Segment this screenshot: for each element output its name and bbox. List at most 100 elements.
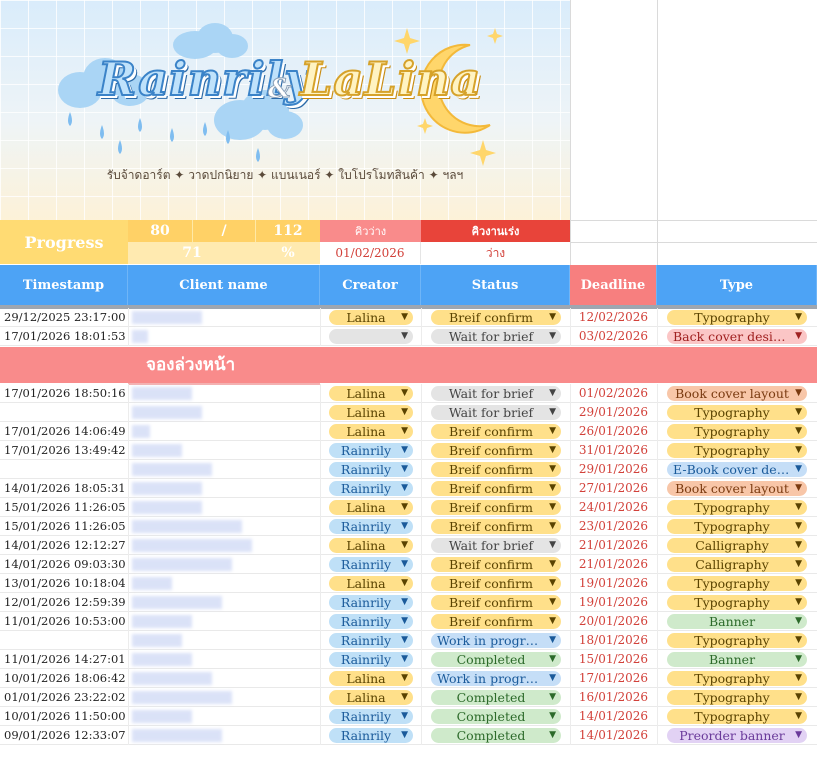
column-header-client[interactable]: Client name [128, 265, 320, 305]
creator-dropdown[interactable]: Rainrily ▼ [329, 443, 413, 458]
column-header-type[interactable]: Type [657, 265, 817, 305]
deadline-cell[interactable]: 26/01/2026 [570, 422, 657, 441]
table-row[interactable]: 17/01/2026 18:50:16 Lalina ▼ Wait for brief… [0, 384, 817, 403]
deadline-cell[interactable]: 15/01/2026 [570, 650, 657, 669]
deadline-cell[interactable]: 31/01/2026 [570, 441, 657, 460]
creator-dropdown[interactable]: Lalina ▼ [329, 310, 413, 325]
type-dropdown[interactable]: Book cover layout ▼ [667, 386, 807, 401]
type-dropdown[interactable]: Banner ▼ [667, 652, 807, 667]
creator-dropdown[interactable]: Lalina ▼ [329, 500, 413, 515]
deadline-cell[interactable]: 27/01/2026 [570, 479, 657, 498]
type-dropdown[interactable]: Typography ▼ [667, 709, 807, 724]
table-row[interactable]: 17/01/2026 13:49:42 Rainrily ▼ Breif confir… [0, 441, 817, 460]
creator-dropdown[interactable]: ▼ [329, 329, 413, 344]
free-queue-date[interactable]: 01/02/2026 [320, 242, 421, 264]
table-row[interactable]: 17/01/2026 14:06:49 Lalina ▼ Breif confirm ▼… [0, 422, 817, 441]
status-dropdown[interactable]: Breif confirm ▼ [431, 576, 561, 591]
creator-dropdown[interactable]: Rainrily ▼ [329, 481, 413, 496]
status-dropdown[interactable]: Completed ▼ [431, 690, 561, 705]
status-dropdown[interactable]: Work in progress ▼ [431, 633, 561, 648]
table-row[interactable]: 14/01/2026 18:05:31 Rainrily ▼ Breif confir… [0, 479, 817, 498]
deadline-cell[interactable]: 17/01/2026 [570, 669, 657, 688]
type-dropdown[interactable]: Typography ▼ [667, 519, 807, 534]
table-row[interactable]: 10/01/2026 18:06:42 Lalina ▼ Work in progre… [0, 669, 817, 688]
type-dropdown[interactable]: Typography ▼ [667, 690, 807, 705]
deadline-cell[interactable]: 14/01/2026 [570, 726, 657, 745]
table-row[interactable]: 10/01/2026 11:50:00 Rainrily ▼ Completed ▼ 14… [0, 707, 817, 726]
deadline-cell[interactable]: 01/02/2026 [570, 384, 657, 403]
status-dropdown[interactable]: Breif confirm ▼ [431, 481, 561, 496]
type-dropdown[interactable]: Preorder banner ▼ [667, 728, 807, 743]
creator-dropdown[interactable]: Lalina ▼ [329, 538, 413, 553]
creator-dropdown[interactable]: Lalina ▼ [329, 386, 413, 401]
table-row[interactable]: 15/01/2026 11:26:05 Rainrily ▼ Breif confir… [0, 517, 817, 536]
column-header-status[interactable]: Status [421, 265, 570, 305]
table-row[interactable]: 14/01/2026 12:12:27 Lalina ▼ Wait for brief… [0, 536, 817, 555]
deadline-cell[interactable]: 23/01/2026 [570, 517, 657, 536]
deadline-cell[interactable]: 18/01/2026 [570, 631, 657, 650]
deadline-cell[interactable]: 21/01/2026 [570, 536, 657, 555]
deadline-cell[interactable]: 19/01/2026 [570, 574, 657, 593]
creator-dropdown[interactable]: Rainrily ▼ [329, 633, 413, 648]
deadline-cell[interactable]: 29/01/2026 [570, 403, 657, 422]
creator-dropdown[interactable]: Rainrily ▼ [329, 557, 413, 572]
type-dropdown[interactable]: Typography ▼ [667, 405, 807, 420]
type-dropdown[interactable]: Calligraphy ▼ [667, 557, 807, 572]
deadline-cell[interactable]: 21/01/2026 [570, 555, 657, 574]
deadline-cell[interactable]: 12/02/2026 [570, 308, 657, 327]
type-dropdown[interactable]: Typography ▼ [667, 595, 807, 610]
status-dropdown[interactable]: Wait for brief ▼ [431, 386, 561, 401]
status-dropdown[interactable]: Breif confirm ▼ [431, 557, 561, 572]
deadline-cell[interactable]: 29/01/2026 [570, 460, 657, 479]
deadline-cell[interactable]: 20/01/2026 [570, 612, 657, 631]
table-row[interactable]: 13/01/2026 10:18:04 Lalina ▼ Breif confirm ▼… [0, 574, 817, 593]
creator-dropdown[interactable]: Rainrily ▼ [329, 462, 413, 477]
table-row[interactable]: 17/01/2026 18:01:53 ▼ Wait for brief ▼ 03/02… [0, 327, 817, 346]
status-dropdown[interactable]: Work in progress ▼ [431, 671, 561, 686]
creator-dropdown[interactable]: Lalina ▼ [329, 576, 413, 591]
table-row[interactable]: 12/01/2026 12:59:39 Rainrily ▼ Breif confir… [0, 593, 817, 612]
type-dropdown[interactable]: Typography ▼ [667, 633, 807, 648]
type-dropdown[interactable]: Typography ▼ [667, 671, 807, 686]
creator-dropdown[interactable]: Rainrily ▼ [329, 595, 413, 610]
status-dropdown[interactable]: Breif confirm ▼ [431, 500, 561, 515]
type-dropdown[interactable]: Book cover layout ▼ [667, 481, 807, 496]
rush-queue-status[interactable]: ว่าง [421, 242, 570, 264]
status-dropdown[interactable]: Wait for brief ▼ [431, 329, 561, 344]
type-dropdown[interactable]: Typography ▼ [667, 443, 807, 458]
status-dropdown[interactable]: Breif confirm ▼ [431, 310, 561, 325]
deadline-cell[interactable]: 14/01/2026 [570, 707, 657, 726]
creator-dropdown[interactable]: Rainrily ▼ [329, 728, 413, 743]
column-header-deadline[interactable]: Deadline [570, 265, 657, 305]
status-dropdown[interactable]: Breif confirm ▼ [431, 519, 561, 534]
status-dropdown[interactable]: Breif confirm ▼ [431, 443, 561, 458]
table-row[interactable]: 29/12/2025 23:17:00 Lalina ▼ Breif confirm ▼… [0, 308, 817, 327]
table-row[interactable]: 11/01/2026 10:53:00 Rainrily ▼ Breif confir… [0, 612, 817, 631]
column-header-timestamp[interactable]: Timestamp [0, 265, 128, 305]
table-row[interactable]: 01/01/2026 23:22:02 Lalina ▼ Completed ▼ 16/0… [0, 688, 817, 707]
type-dropdown[interactable]: Back cover desig... ▼ [667, 329, 807, 344]
type-dropdown[interactable]: Typography ▼ [667, 310, 807, 325]
status-dropdown[interactable]: Wait for brief ▼ [431, 538, 561, 553]
column-header-creator[interactable]: Creator [320, 265, 421, 305]
table-row[interactable]: 09/01/2026 12:33:07 Rainrily ▼ Completed ▼ 14… [0, 726, 817, 745]
table-row[interactable]: Rainrily ▼ Work in progress ▼ 18/01/2026 Typo… [0, 631, 817, 650]
type-dropdown[interactable]: Banner ▼ [667, 614, 807, 629]
creator-dropdown[interactable]: Lalina ▼ [329, 690, 413, 705]
status-dropdown[interactable]: Breif confirm ▼ [431, 424, 561, 439]
status-dropdown[interactable]: Completed ▼ [431, 728, 561, 743]
creator-dropdown[interactable]: Lalina ▼ [329, 405, 413, 420]
creator-dropdown[interactable]: Rainrily ▼ [329, 709, 413, 724]
status-dropdown[interactable]: Completed ▼ [431, 652, 561, 667]
status-dropdown[interactable]: Wait for brief ▼ [431, 405, 561, 420]
type-dropdown[interactable]: Typography ▼ [667, 424, 807, 439]
table-row[interactable]: 11/01/2026 14:27:01 Rainrily ▼ Completed ▼ 15… [0, 650, 817, 669]
status-dropdown[interactable]: Breif confirm ▼ [431, 462, 561, 477]
deadline-cell[interactable]: 16/01/2026 [570, 688, 657, 707]
creator-dropdown[interactable]: Lalina ▼ [329, 424, 413, 439]
table-row[interactable]: Rainrily ▼ Breif confirm ▼ 29/01/2026 E-Book … [0, 460, 817, 479]
deadline-cell[interactable]: 03/02/2026 [570, 327, 657, 346]
type-dropdown[interactable]: Typography ▼ [667, 576, 807, 591]
creator-dropdown[interactable]: Rainrily ▼ [329, 614, 413, 629]
type-dropdown[interactable]: Calligraphy ▼ [667, 538, 807, 553]
